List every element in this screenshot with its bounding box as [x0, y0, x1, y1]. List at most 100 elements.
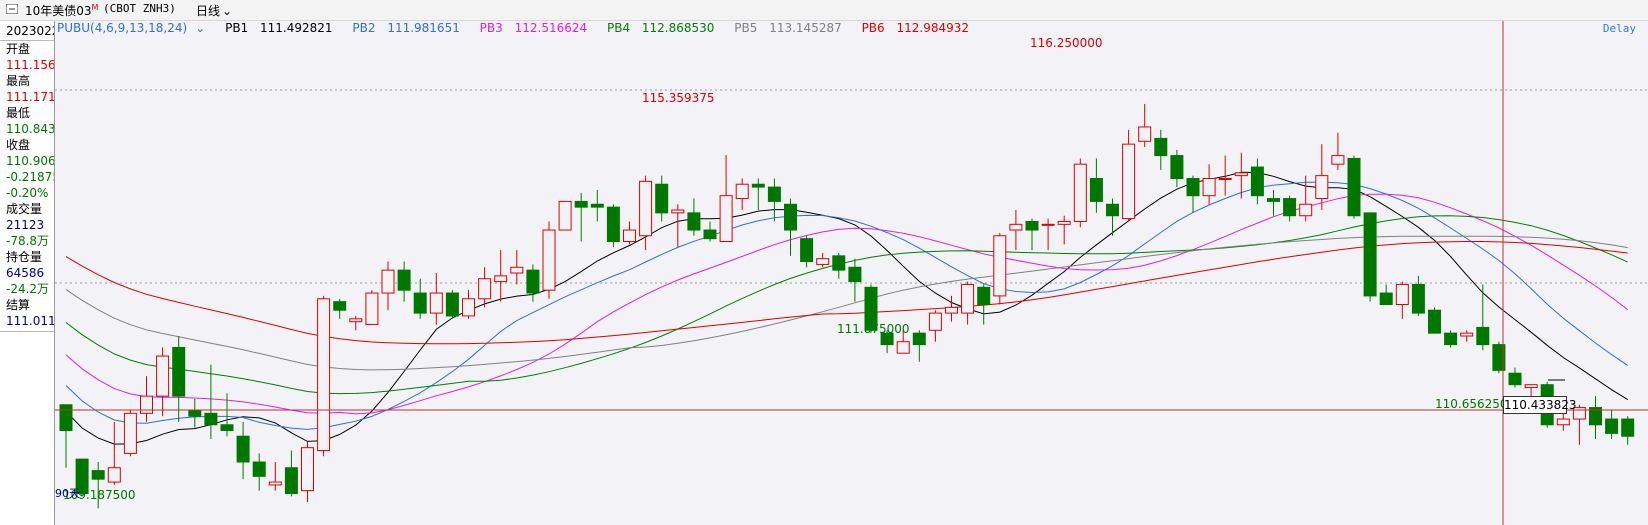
candle-down[interactable] [1186, 178, 1200, 197]
candle-up[interactable] [1460, 332, 1474, 337]
candle-up[interactable] [1041, 223, 1055, 226]
candle-down[interactable] [333, 301, 347, 311]
candle-up[interactable] [1122, 143, 1136, 220]
candle-down[interactable] [188, 409, 202, 417]
candle-down[interactable] [413, 292, 427, 314]
candle-up[interactable] [1073, 163, 1087, 222]
candle-up[interactable] [1556, 418, 1570, 426]
candle-down[interactable] [59, 404, 73, 431]
candle-up[interactable] [671, 209, 685, 214]
candle-down[interactable] [784, 203, 797, 231]
candle-up[interactable] [140, 395, 153, 414]
candle-up[interactable] [558, 200, 572, 231]
candle-up[interactable] [928, 312, 942, 331]
candle-up[interactable] [429, 292, 443, 314]
candle-down[interactable] [767, 186, 781, 202]
instrument-title[interactable]: 10年美债03M [25, 2, 98, 19]
candle-down[interactable] [1605, 418, 1619, 434]
candle-down[interactable] [832, 255, 846, 271]
candle-down[interactable] [1267, 198, 1280, 202]
candle-down[interactable] [204, 412, 218, 426]
candle-up[interactable] [1218, 178, 1232, 180]
candle-up[interactable] [107, 467, 121, 483]
candle-up[interactable] [317, 298, 331, 452]
candle-down[interactable] [703, 229, 717, 240]
candle-down[interactable] [848, 266, 862, 283]
candle-down[interactable] [912, 332, 926, 346]
candle-down[interactable] [1347, 157, 1361, 217]
candle-up[interactable] [961, 283, 975, 314]
divider [0, 331, 54, 332]
candle-up[interactable] [1138, 126, 1152, 142]
candle-down[interactable] [1411, 283, 1425, 314]
candle-up[interactable] [381, 269, 395, 294]
indicator-selector[interactable]: PUBU(4,6,9,13,18,24) ⌄ [57, 21, 213, 35]
candle-down[interactable] [220, 424, 234, 432]
candle-up[interactable] [510, 266, 524, 274]
candle-up[interactable] [1202, 178, 1216, 197]
candle-up[interactable] [268, 481, 282, 486]
candle-up[interactable] [623, 229, 636, 243]
candle-down[interactable] [1508, 372, 1522, 386]
kline-chart-area[interactable]: 115.359375 116.250000 111.875000 110.656… [55, 21, 1648, 525]
candle-up[interactable] [1009, 223, 1023, 231]
candle-up[interactable] [1315, 175, 1329, 200]
candle-down[interactable] [800, 238, 814, 263]
candle-down[interactable] [236, 435, 250, 463]
candle-up[interactable] [365, 292, 379, 326]
candle-down[interactable] [606, 206, 620, 243]
candle-down[interactable] [977, 286, 991, 305]
candle-down[interactable] [1621, 418, 1635, 437]
candle-down[interactable] [1476, 326, 1490, 346]
candle-up[interactable] [1395, 283, 1409, 306]
candle-down[interactable] [1363, 212, 1377, 297]
legend-value: 113.145287 [769, 21, 842, 35]
candle-down[interactable] [1106, 203, 1119, 217]
candle-down[interactable] [1170, 155, 1184, 180]
candle-down[interactable] [1379, 292, 1393, 305]
period-selector[interactable]: 日线 ⌄ [196, 2, 232, 19]
candle-down[interactable] [687, 212, 701, 231]
candle-down[interactable] [1250, 166, 1264, 197]
candle-up[interactable] [542, 229, 556, 291]
candle-up[interactable] [301, 447, 314, 492]
candle-down[interactable] [1428, 309, 1441, 334]
candle-up[interactable] [896, 341, 910, 354]
candle-up[interactable] [1234, 172, 1248, 177]
volume-label: 成交量 [6, 202, 43, 216]
candle-down[interactable] [526, 269, 540, 294]
candle-down[interactable] [574, 200, 588, 208]
candle-down[interactable] [397, 269, 411, 291]
candle-down[interactable] [655, 183, 669, 214]
candle-up[interactable] [1299, 203, 1313, 217]
candle-up[interactable] [1331, 155, 1345, 165]
candle-up[interactable] [816, 258, 830, 265]
candle-up[interactable] [639, 180, 653, 237]
candle-up[interactable] [349, 318, 363, 323]
candlestick-chart[interactable]: 115.359375 116.250000 111.875000 110.656… [55, 21, 1648, 525]
candle-down[interactable] [91, 470, 105, 480]
candle-down[interactable] [751, 183, 765, 188]
candle-down[interactable] [1154, 137, 1168, 157]
candle-up[interactable] [494, 275, 508, 283]
candle-up[interactable] [735, 183, 749, 200]
candle-up[interactable] [945, 306, 958, 314]
candle-down[interactable] [1089, 178, 1103, 202]
candle-up[interactable] [1057, 220, 1071, 225]
candle-down[interactable] [1283, 198, 1297, 217]
candle-up[interactable] [719, 195, 733, 243]
candle-down[interactable] [284, 467, 298, 494]
candle-up[interactable] [478, 278, 492, 300]
candle-down[interactable] [1444, 332, 1458, 346]
candle-down[interactable] [445, 292, 459, 317]
candle-down[interactable] [172, 346, 186, 397]
candle-down[interactable] [1025, 220, 1039, 231]
candle-up[interactable] [123, 412, 137, 454]
chart-icon[interactable] [6, 4, 18, 14]
candle-up[interactable] [1524, 384, 1538, 389]
candle-down[interactable] [252, 461, 266, 477]
candle-up[interactable] [462, 298, 475, 317]
candle-down[interactable] [590, 203, 604, 208]
candle-up[interactable] [156, 355, 170, 397]
candle-up[interactable] [993, 235, 1007, 297]
